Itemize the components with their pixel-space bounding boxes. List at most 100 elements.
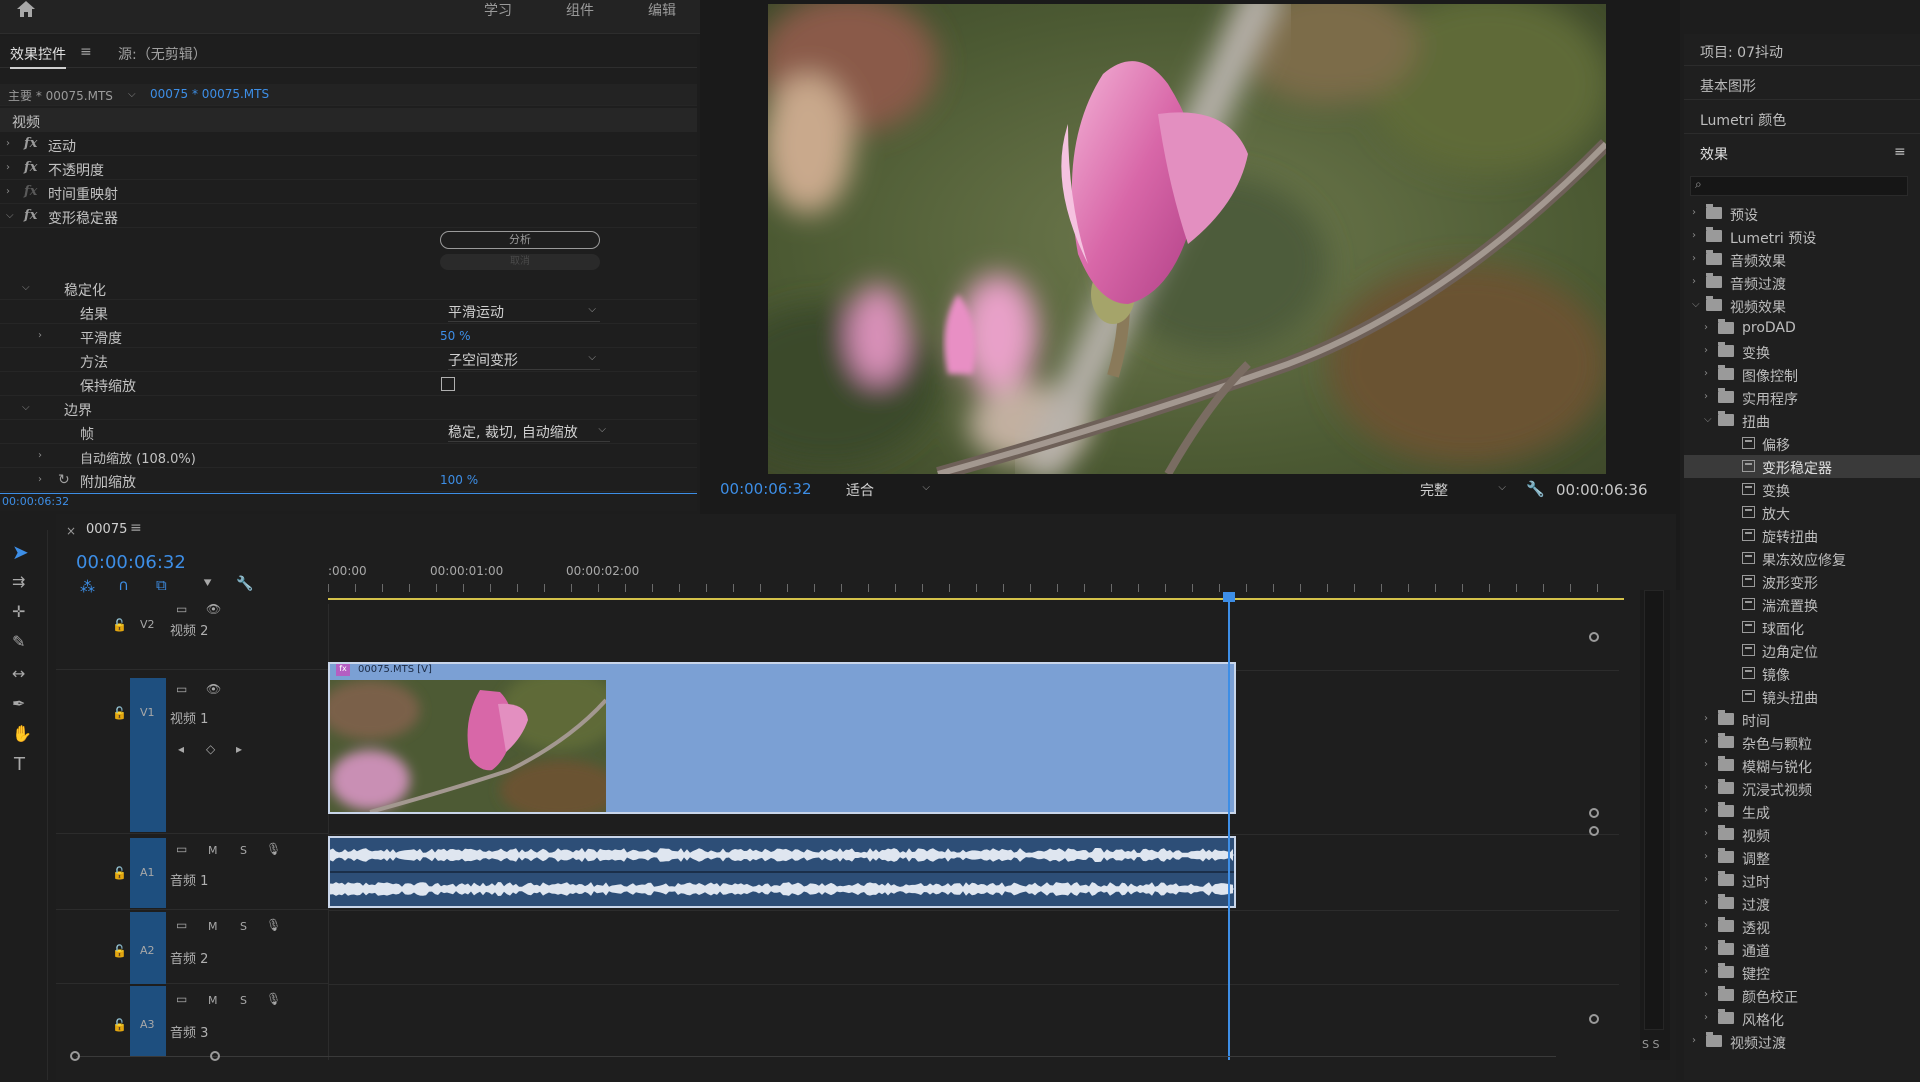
microphone-icon[interactable]: 🎙 xyxy=(266,992,281,1006)
effects-folder-item[interactable]: ⌵ 扭曲 xyxy=(1684,409,1920,432)
scroll-handle-a1[interactable] xyxy=(1589,826,1599,836)
framing-dropdown[interactable]: 稳定, 裁切, 自动缩放 ⌵ xyxy=(448,422,610,442)
tab-lumetri-color[interactable]: Lumetri 颜色 xyxy=(1684,102,1920,134)
hand-tool-icon[interactable]: ✋ xyxy=(12,724,32,743)
fx-timecode[interactable]: 00:00:06:32 xyxy=(2,495,69,508)
effects-folder-item[interactable]: › 生成 xyxy=(1684,800,1920,823)
playhead-handle[interactable] xyxy=(1223,592,1235,602)
effects-folder-item[interactable]: › 调整 xyxy=(1684,846,1920,869)
meter-solo-label[interactable]: S S xyxy=(1642,1038,1659,1051)
chevron-right-icon[interactable]: › xyxy=(1704,828,1708,839)
track-id[interactable]: V2 xyxy=(140,618,155,631)
solo-button[interactable]: S xyxy=(240,920,254,933)
effects-folder-item[interactable]: › proDAD xyxy=(1684,317,1920,340)
chevron-right-icon[interactable]: › xyxy=(1704,897,1708,908)
chevron-down-icon[interactable]: ⌵ xyxy=(6,210,16,221)
borders-group[interactable]: ⌵ 边界 xyxy=(0,396,697,420)
workspace-tab-editing[interactable]: 编辑 xyxy=(648,0,676,20)
track-id[interactable]: V1 xyxy=(140,706,155,719)
additional-scale-value[interactable]: 100 % xyxy=(440,473,478,487)
panel-menu-icon[interactable]: ≡ xyxy=(130,520,142,536)
chevron-right-icon[interactable]: › xyxy=(6,186,16,197)
effect-row-warp-stabilizer[interactable]: ⌵ fx 变形稳定器 xyxy=(0,204,697,228)
nest-icon[interactable]: ⁂ xyxy=(80,578,95,596)
selection-tool-icon[interactable]: ➤ xyxy=(12,540,29,564)
wrench-icon[interactable]: 🔧 xyxy=(236,576,253,592)
effect-row-motion[interactable]: › fx 运动 xyxy=(0,132,697,156)
chevron-right-icon[interactable]: › xyxy=(1704,920,1708,931)
master-clip-label[interactable]: 主要 * 00075.MTS xyxy=(8,87,113,104)
track-id[interactable]: A2 xyxy=(140,944,155,957)
type-tool-icon[interactable]: T xyxy=(14,754,25,775)
audio-clip[interactable] xyxy=(328,836,1236,908)
razor-tool-icon[interactable]: ✎ xyxy=(12,632,25,651)
effects-folder-item[interactable]: › 风格化 xyxy=(1684,1007,1920,1030)
effect-item[interactable]: 变换 xyxy=(1684,478,1920,501)
track-id[interactable]: A1 xyxy=(140,866,155,879)
effects-search-input[interactable]: ⌕ xyxy=(1690,176,1908,196)
chevron-right-icon[interactable]: › xyxy=(1704,713,1708,724)
microphone-icon[interactable]: 🎙 xyxy=(266,918,281,932)
mute-button[interactable]: M xyxy=(208,844,222,857)
effect-item[interactable]: 镜像 xyxy=(1684,662,1920,685)
chevron-down-icon[interactable]: ⌵ xyxy=(1704,414,1712,425)
chevron-down-icon[interactable]: ⌵ xyxy=(22,282,32,293)
effects-folder-item[interactable]: ⌵ 视频效果 xyxy=(1684,294,1920,317)
fx-icon[interactable]: fx xyxy=(24,136,37,151)
lock-icon[interactable]: 🔓 xyxy=(112,706,127,720)
slip-tool-icon[interactable]: ↔ xyxy=(12,664,25,683)
solo-button[interactable]: S xyxy=(240,844,254,857)
cancel-button[interactable]: 取消 xyxy=(440,254,600,270)
workspace-tab-learn[interactable]: 学习 xyxy=(484,0,512,20)
analyze-button[interactable]: 分析 xyxy=(440,231,600,249)
effects-folder-item[interactable]: › 时间 xyxy=(1684,708,1920,731)
result-dropdown[interactable]: 平滑运动 ⌵ xyxy=(448,302,600,322)
chevron-right-icon[interactable]: › xyxy=(1692,230,1696,241)
tab-source[interactable]: 源:（无剪辑） xyxy=(118,44,207,64)
panel-menu-icon[interactable]: ≡ xyxy=(80,44,92,60)
effects-folder-item[interactable]: › 视频 xyxy=(1684,823,1920,846)
lock-icon[interactable]: 🔓 xyxy=(112,1018,127,1032)
chevron-right-icon[interactable]: › xyxy=(1692,253,1696,264)
timeline-timecode[interactable]: 00:00:06:32 xyxy=(76,552,186,573)
chevron-right-icon[interactable]: › xyxy=(6,138,16,149)
preserve-scale-checkbox[interactable] xyxy=(441,377,455,391)
solo-button[interactable]: S xyxy=(240,994,254,1007)
add-marker-icon[interactable]: ⯆ xyxy=(202,576,213,592)
effects-folder-item[interactable]: › 图像控制 xyxy=(1684,363,1920,386)
smoothness-value[interactable]: 50 % xyxy=(440,329,471,343)
effects-folder-item[interactable]: › 沉浸式视频 xyxy=(1684,777,1920,800)
chevron-right-icon[interactable]: › xyxy=(38,450,48,461)
quality-dropdown[interactable]: 完整 ⌵ xyxy=(1420,480,1508,500)
chevron-right-icon[interactable]: › xyxy=(1704,782,1708,793)
chevron-right-icon[interactable]: › xyxy=(1704,759,1708,770)
sync-icon[interactable]: ▭ xyxy=(176,992,190,1006)
video-clip[interactable]: fx 00075.MTS [V] xyxy=(328,662,1236,814)
track-select-tool-icon[interactable]: ⇉ xyxy=(12,572,25,591)
track-target-v1[interactable] xyxy=(130,678,166,832)
fx-icon[interactable]: fx xyxy=(24,208,37,223)
chevron-right-icon[interactable]: › xyxy=(1704,1012,1708,1023)
effects-folder-item[interactable]: › 音频效果 xyxy=(1684,248,1920,271)
next-keyframe-icon[interactable]: ▸ xyxy=(236,742,250,756)
timeline-playhead[interactable] xyxy=(1223,592,1235,1060)
scroll-handle-bottom[interactable] xyxy=(1589,1014,1599,1024)
wrench-icon[interactable]: 🔧 xyxy=(1526,480,1545,498)
home-icon[interactable] xyxy=(16,0,36,18)
program-timecode[interactable]: 00:00:06:32 xyxy=(720,480,812,498)
mute-button[interactable]: M xyxy=(208,994,222,1007)
effect-item[interactable]: 放大 xyxy=(1684,501,1920,524)
chevron-right-icon[interactable]: › xyxy=(38,330,48,341)
chevron-right-icon[interactable]: › xyxy=(1704,805,1708,816)
prev-keyframe-icon[interactable]: ◂ xyxy=(178,742,192,756)
scrollbar-thumb-end[interactable] xyxy=(210,1051,220,1061)
chevron-right-icon[interactable]: › xyxy=(1692,1035,1696,1046)
microphone-icon[interactable]: 🎙 xyxy=(266,842,281,856)
effects-folder-item[interactable]: › 变换 xyxy=(1684,340,1920,363)
effect-item[interactable]: 偏移 xyxy=(1684,432,1920,455)
track-id[interactable]: A3 xyxy=(140,1018,155,1031)
method-dropdown[interactable]: 子空间变形 ⌵ xyxy=(448,350,600,370)
effect-item[interactable]: 波形变形 xyxy=(1684,570,1920,593)
chevron-right-icon[interactable]: › xyxy=(1704,851,1708,862)
sync-icon[interactable]: ▭ xyxy=(176,682,190,696)
